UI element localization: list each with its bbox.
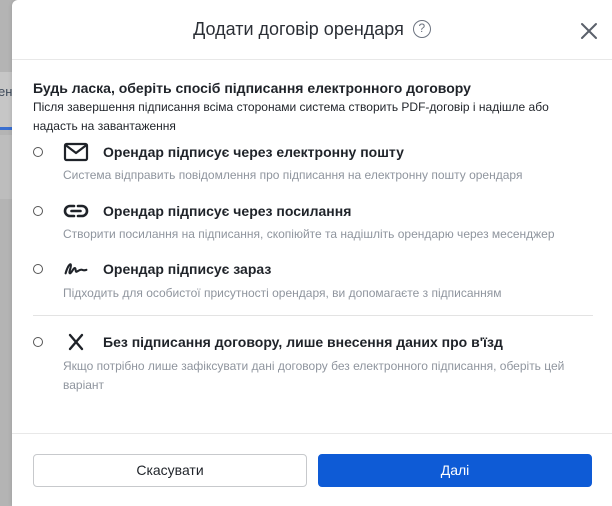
options-divider	[33, 315, 593, 316]
option-email-description: Система відправить повідомлення про підп…	[63, 168, 523, 182]
option-no-signing-description: Якщо потрібно лише зафіксувати дані дого…	[63, 359, 565, 392]
link-icon	[63, 204, 89, 218]
dialog-title-row: Додати договір орендаря ?	[12, 18, 612, 40]
option-sign-now-title: Орендар підписує зараз	[103, 261, 272, 277]
dialog-footer: Скасувати Далі	[12, 433, 612, 506]
option-sign-now-radio[interactable]	[33, 264, 43, 274]
add-tenant-contract-dialog: Додати договір орендаря ? Будь ласка, об…	[12, 0, 612, 506]
option-link-radio[interactable]	[33, 206, 43, 216]
signature-icon	[64, 263, 88, 275]
intro-heading: Будь ласка, оберіть спосіб підписання ел…	[33, 80, 471, 96]
intro-text: Після завершення підписання всіма сторон…	[33, 100, 549, 133]
option-sign-now-description: Підходить для особистої присутності орен…	[63, 286, 502, 300]
option-email-radio[interactable]	[33, 147, 43, 157]
close-icon[interactable]	[578, 20, 600, 42]
option-no-signing-radio[interactable]	[33, 337, 43, 347]
dialog-header: Додати договір орендаря ?	[12, 0, 612, 60]
intro-section: Будь ласка, оберіть спосіб підписання ел…	[33, 80, 593, 136]
envelope-icon	[63, 142, 89, 162]
option-email-title: Орендар підписує через електронну пошту	[103, 144, 404, 160]
option-link-description: Створити посилання на підписання, скопію…	[63, 227, 555, 241]
cancel-button[interactable]: Скасувати	[33, 454, 307, 487]
help-icon[interactable]: ?	[412, 20, 431, 39]
option-no-signing-title: Без підписання договору, лише внесення д…	[103, 334, 503, 350]
dialog-title: Додати договір орендаря	[193, 18, 404, 39]
next-button[interactable]: Далі	[318, 454, 592, 487]
x-icon	[68, 333, 84, 351]
option-link-title: Орендар підписує через посилання	[103, 203, 352, 219]
